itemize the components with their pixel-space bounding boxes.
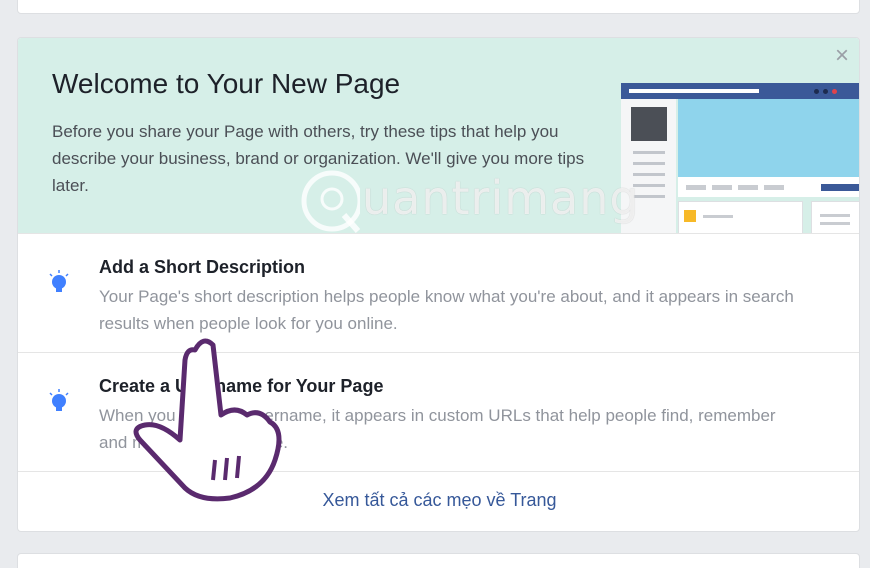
- illustration-post-box: [678, 201, 803, 233]
- welcome-title: Welcome to Your New Page: [52, 68, 401, 99]
- tip-title[interactable]: Create a Username for Your Page: [99, 376, 383, 397]
- illustration-cover: [678, 99, 859, 177]
- tip-item[interactable]: Create a Username for Your Page When you…: [18, 352, 859, 471]
- lightbulb-icon: [49, 270, 69, 292]
- welcome-card: Welcome to Your New Page Before you shar…: [17, 37, 860, 532]
- lightbulb-icon: [49, 389, 69, 411]
- tip-item[interactable]: Add a Short Description Your Page's shor…: [18, 233, 859, 352]
- tip-description: Your Page's short description helps peop…: [99, 287, 794, 333]
- welcome-hero: Welcome to Your New Page Before you shar…: [18, 38, 859, 233]
- tip-description: When you create a username, it appears i…: [99, 406, 776, 452]
- illustration-sidebar: [621, 99, 676, 233]
- illustration-avatar: [631, 107, 667, 141]
- previous-card: [17, 0, 860, 14]
- close-button[interactable]: ×: [832, 44, 852, 68]
- next-card: [17, 553, 860, 568]
- tip-title[interactable]: Add a Short Description: [99, 257, 305, 278]
- illustration-topbar: [621, 83, 859, 99]
- illustration-side-box: [811, 201, 859, 233]
- illustration-nav: [678, 177, 859, 197]
- see-all-tips-link[interactable]: Xem tất cả các mẹo về Trang: [322, 490, 556, 511]
- see-all-tips: Xem tất cả các mẹo về Trang: [18, 471, 859, 531]
- welcome-text: Before you share your Page with others, …: [52, 122, 585, 195]
- page-preview-illustration: [621, 83, 859, 233]
